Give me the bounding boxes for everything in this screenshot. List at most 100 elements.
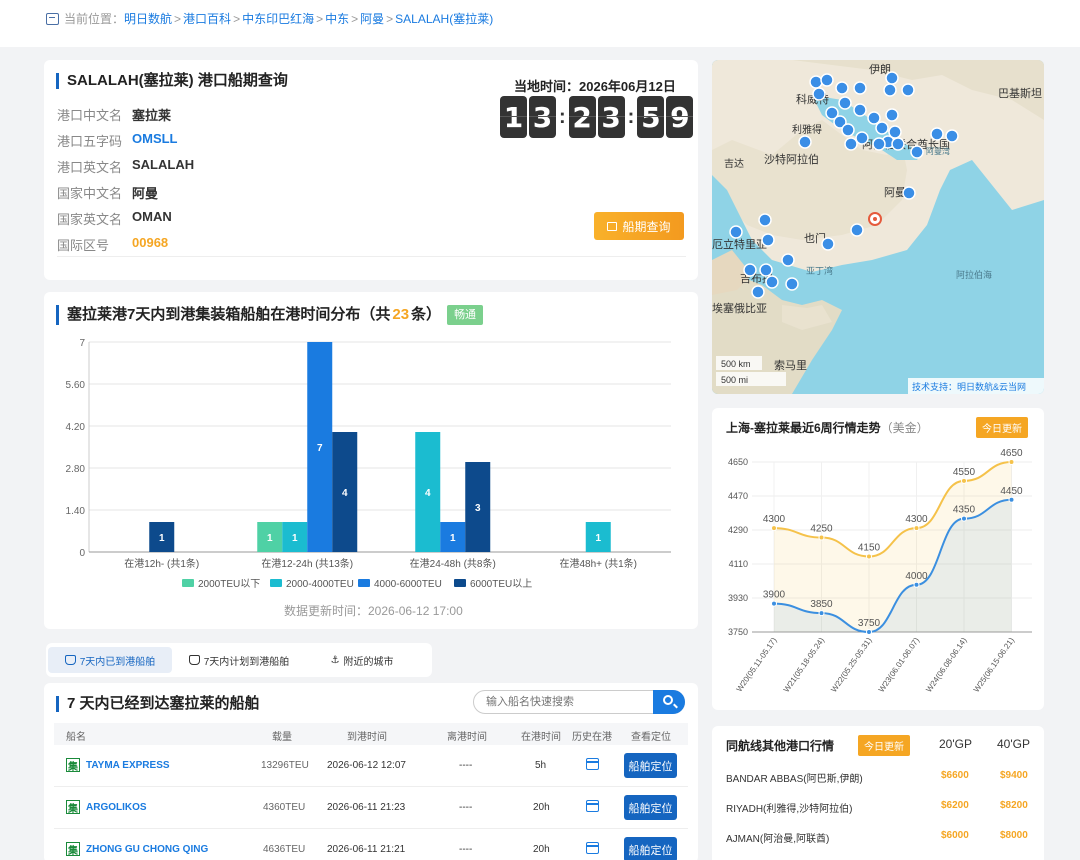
breadcrumb-link-port-wiki[interactable]: 港口百科 — [183, 10, 231, 27]
bar-value-label: 1 — [267, 533, 273, 544]
ship-locate-button[interactable]: 船舶定位 — [624, 837, 677, 860]
legend-label: 4000-6000TEU — [374, 579, 442, 590]
ship-name-link[interactable]: ZHONG GU CHONG QING — [86, 844, 208, 855]
other-ports-card: 同航线其他港口行情 今日更新 20'GP 40'GP BANDAR ABBAS(… — [712, 726, 1044, 860]
table-row: 集 ARGOLIKOS 4360TEU 2026-06-11 21:23 ----… — [54, 787, 688, 829]
clock-digit: 3 — [597, 96, 625, 138]
list-item[interactable]: BANDAR ABBAS(阿巴斯,伊朗) $6600 $9400 — [726, 770, 1030, 785]
svg-text:500 km: 500 km — [721, 359, 751, 369]
map-label: 阿拉伯海 — [956, 269, 992, 280]
map-canvas[interactable]: 伊朗 巴基斯坦 科威特 利雅得 沙特阿拉伯 阿拉伯联合酋长国 阿曼湾 吉达 阿曼… — [712, 60, 1044, 394]
other-ports-title: 同航线其他港口行情 — [726, 739, 835, 753]
clock-digit: 5 — [637, 96, 665, 138]
bar-value-label: 3 — [475, 503, 481, 514]
bar-value-label: 1 — [595, 533, 601, 544]
map-label: 巴基斯坦 — [998, 86, 1042, 100]
bar-value-label: 1 — [159, 533, 165, 544]
y-tick-label: 4290 — [728, 525, 748, 535]
bar-value-label: 1 — [292, 533, 298, 544]
x-tick-label: W24(06.08-06.14) — [924, 636, 969, 694]
status-badge: 畅通 — [447, 305, 484, 325]
y-tick-label: 1.40 — [66, 506, 86, 517]
y-tick-label: 4110 — [729, 559, 748, 569]
breadcrumb-link-middle-east[interactable]: 中东 — [325, 10, 349, 27]
page-title: SALALAH(塞拉莱) 港口船期查询 — [56, 73, 288, 89]
top-bar: 当前位置： 明日数航 > 港口百科 > 中东印巴红海 > 中东 > 阿曼 > S… — [0, 0, 1080, 47]
map-label: 埃塞俄比亚 — [712, 301, 767, 315]
legend-swatch — [358, 579, 370, 587]
data-label: 4300 — [763, 514, 786, 525]
schedule-query-button[interactable]: 船期查询 — [594, 212, 684, 240]
col-20gp: 20'GP — [939, 737, 972, 751]
history-calendar-icon[interactable] — [586, 800, 599, 812]
data-point — [961, 515, 967, 522]
data-point — [771, 600, 777, 607]
legend-label: 2000TEU以下 — [198, 579, 260, 590]
search-button[interactable] — [653, 690, 685, 714]
data-label: 4250 — [810, 524, 833, 535]
ship-name-link[interactable]: TAYMA EXPRESS — [86, 760, 170, 771]
trend-title: 上海-塞拉莱最近6周行情走势（美金） — [726, 421, 929, 435]
ship-search-input[interactable] — [474, 691, 644, 713]
map-label: 厄立特里亚 — [712, 237, 767, 251]
legend-label: 2000-4000TEU — [286, 579, 354, 590]
tab-nearby-cities[interactable]: ⚓ 附近的城市 — [322, 647, 402, 673]
data-label: 4150 — [858, 542, 881, 553]
data-point — [913, 525, 920, 532]
info-row-unlocode: 港口五字码 OMSLL — [57, 131, 178, 149]
legend-swatch — [270, 579, 282, 587]
x-tick-label: W25(06.15-06.21) — [972, 636, 1017, 694]
freight-line-chart: 3750 3930 4110 4290 4470 4650 W20(05.11-05.17)… — [728, 448, 1032, 694]
list-item[interactable]: RIYADH(利雅得,沙特阿拉伯) $6200 $8200 — [726, 800, 1030, 815]
search-icon — [663, 695, 673, 705]
map-label: 沙特阿拉伯 — [764, 152, 819, 166]
map-label: 阿曼湾 — [926, 146, 950, 156]
tab-planned-ships[interactable]: 7天内计划到港船舶 — [180, 647, 298, 673]
distribution-title: 塞拉莱港7天内到港集装箱船舶在港时间分布（共 23 条） 畅通 — [56, 305, 484, 325]
ship-icon — [64, 655, 76, 665]
x-tick-label: W22(05.25-05.31) — [829, 636, 874, 694]
data-label: 4550 — [953, 467, 976, 478]
ship-search — [473, 690, 685, 714]
bar-value-label: 4 — [342, 488, 348, 499]
list-item[interactable]: AJMAN(阿治曼,阿联酋) $6000 $8000 — [726, 830, 1030, 845]
map-credit[interactable]: 技术支持：明日数航&云当网 — [912, 381, 1026, 392]
y-tick-label: 4.20 — [66, 422, 86, 433]
map-label: 亚丁湾 — [806, 265, 833, 276]
data-point — [1008, 496, 1015, 503]
today-updated-badge: 今日更新 — [858, 735, 910, 756]
data-point — [818, 534, 825, 541]
today-updated-badge: 今日更新 — [976, 417, 1028, 438]
x-tick-label: 在港12h- (共1条) — [124, 557, 199, 570]
info-row-cn-name: 港口中文名 塞拉莱 — [57, 108, 172, 123]
breadcrumb-link-salalah[interactable]: SALALAH(塞拉莱) — [395, 10, 493, 27]
col-40gp: 40'GP — [997, 737, 1030, 751]
data-point — [1008, 459, 1015, 465]
ship-locate-button[interactable]: 船舶定位 — [624, 753, 677, 778]
calendar-icon — [607, 221, 618, 231]
y-tick-label: 2.80 — [66, 464, 86, 475]
legend-swatch — [454, 579, 466, 587]
info-row-en-name: 港口英文名 SALALAH — [57, 157, 195, 175]
y-tick-label: 0 — [79, 548, 85, 559]
data-label: 4000 — [905, 571, 928, 582]
ship-name-link[interactable]: ARGOLIKOS — [86, 802, 147, 813]
distribution-bar-chart: 0 1.40 2.80 4.20 5.60 7 在港12h- (共1条) 1 在港12-24h … — [66, 338, 671, 590]
port-map[interactable]: 伊朗 巴基斯坦 科威特 利雅得 沙特阿拉伯 阿拉伯联合酋长国 阿曼湾 吉达 阿曼… — [712, 60, 1044, 394]
ship-tabs: 7天内已到港船舶 7天内计划到港船舶 ⚓ 附近的城市 — [46, 643, 432, 677]
breadcrumb-link-oman[interactable]: 阿曼 — [360, 10, 384, 27]
tab-arrived-ships[interactable]: 7天内已到港船舶 — [48, 647, 172, 673]
breadcrumb-link-region[interactable]: 中东印巴红海 — [242, 10, 314, 27]
breadcrumb-link-home[interactable]: 明日数航 — [124, 10, 172, 27]
data-label: 3850 — [810, 599, 833, 610]
legend-swatch — [182, 579, 194, 587]
y-tick-label: 7 — [79, 338, 85, 349]
history-calendar-icon[interactable] — [586, 842, 599, 854]
local-time-label: 当地时间：2026年06月12日 — [514, 79, 676, 94]
berth-time-distribution-card: 塞拉莱港7天内到港集装箱船舶在港时间分布（共 23 条） 畅通 0 1.40 2.8… — [44, 292, 698, 629]
info-row-country-cn: 国家中文名 阿曼 — [57, 186, 159, 201]
ship-locate-button[interactable]: 船舶定位 — [624, 795, 677, 820]
data-label: 4450 — [1000, 486, 1023, 497]
history-calendar-icon[interactable] — [586, 758, 599, 770]
ship-icon — [188, 655, 200, 665]
